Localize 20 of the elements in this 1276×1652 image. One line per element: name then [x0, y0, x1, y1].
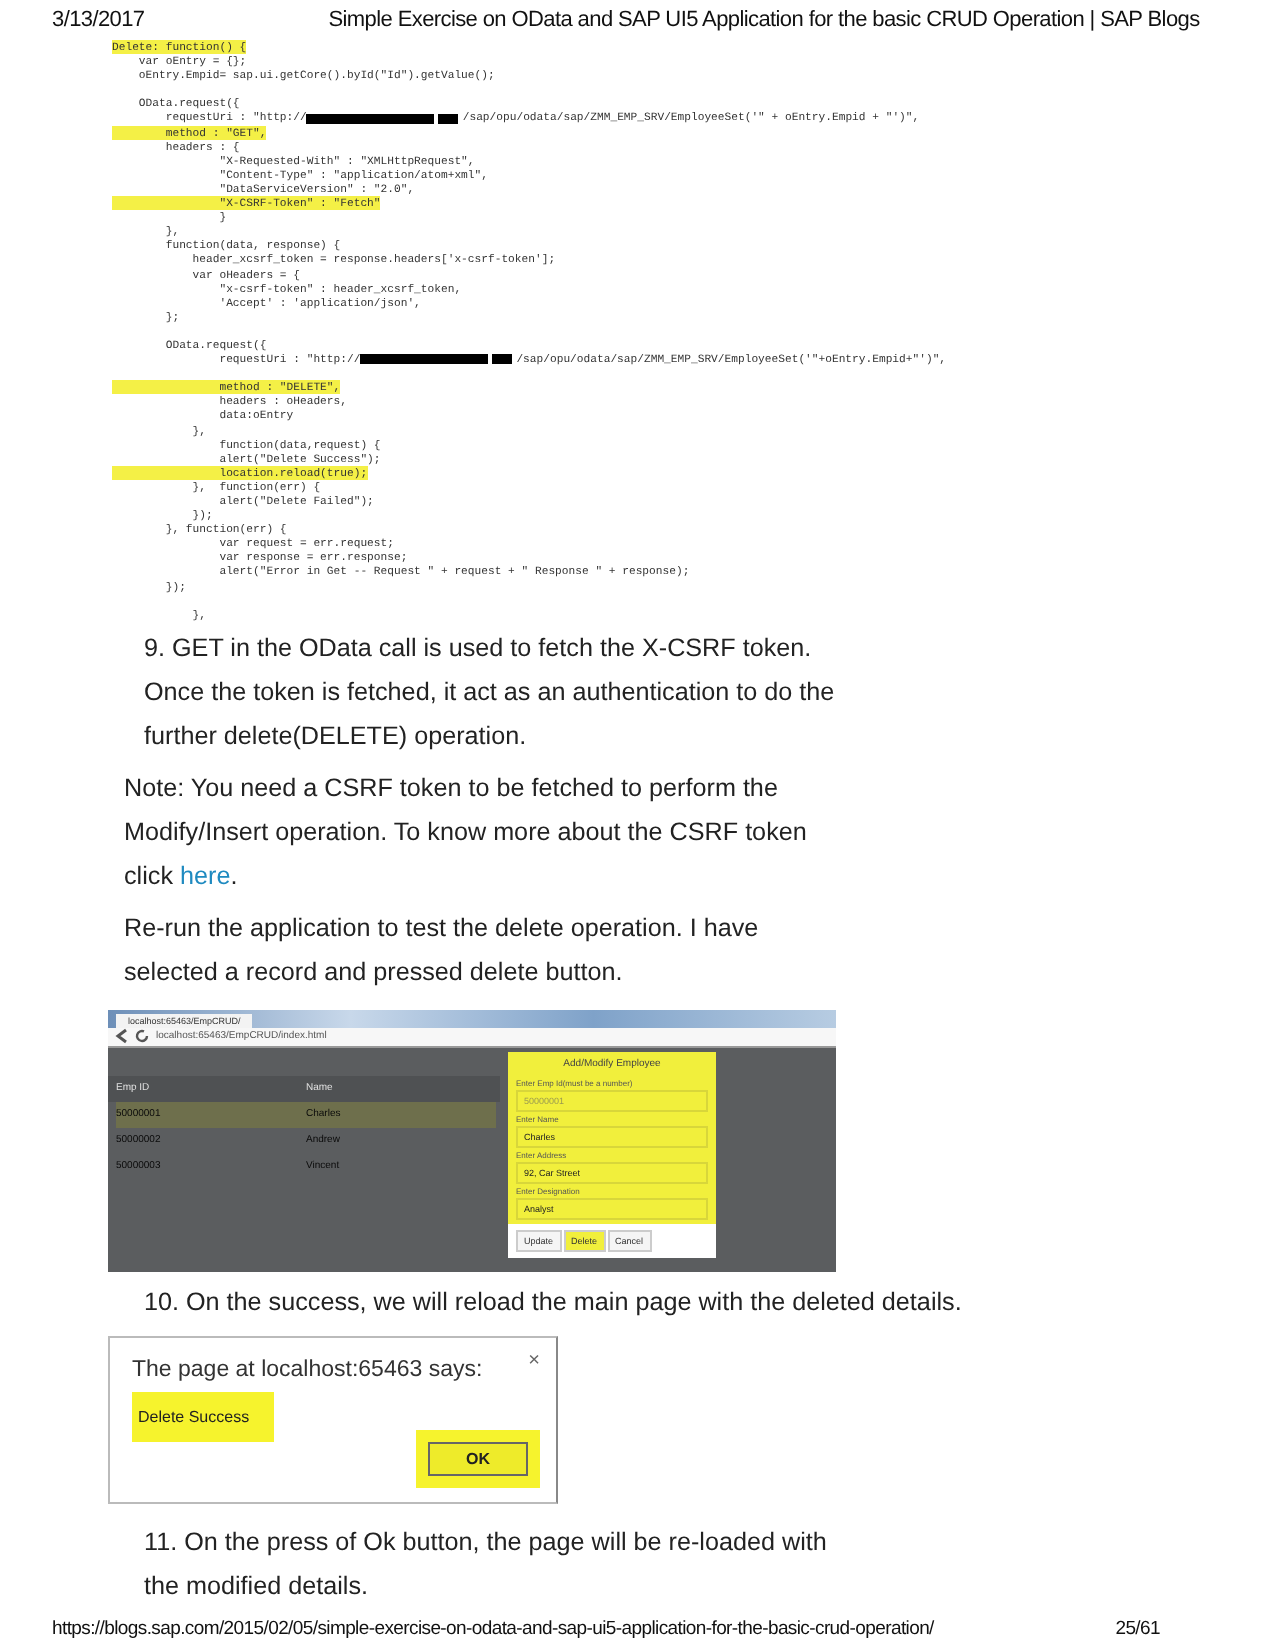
- reload-icon[interactable]: [134, 1028, 150, 1045]
- page-title: Simple Exercise on OData and SAP UI5 Application for the basic CRUD Operation | SAP Blogs: [328, 8, 1200, 32]
- redaction-bar: [360, 354, 489, 365]
- redaction-bar: [438, 113, 459, 124]
- alert-title: The page at localhost:65463 says:: [132, 1357, 483, 1382]
- page-url: https://blogs.sap.com/2015/02/05/simple-exercise-on-odata-and-sap-ui5-application-for-the-basic-crud-operation/: [52, 1618, 934, 1640]
- paragraph: Note: You need a CSRF token to be fetched to perform the Modify/Insert operation. To know more about the CSRF token click here.: [124, 771, 809, 894]
- back-icon[interactable]: [114, 1028, 130, 1045]
- redaction-bar: [306, 113, 435, 124]
- ok-button[interactable]: OK: [428, 1441, 528, 1476]
- paragraph: Re-run the application to test the delete operation. I have selected a record and pressed delete button.: [124, 911, 761, 990]
- link[interactable]: here: [180, 861, 231, 890]
- alert-message: Delete Success: [132, 1391, 274, 1442]
- paragraph: 11. On the press of Ok button, the page will be re-loaded with the modified details.: [142, 1525, 829, 1604]
- paragraph: 10. On the success, we will reload the main page with the deleted details.: [142, 1285, 964, 1320]
- redaction-bar: [492, 354, 513, 365]
- print-date: 3/13/2017: [52, 8, 145, 32]
- paragraph: 9. GET in the OData call is used to fetch the X-CSRF token. Once the token is fetched, it act as an authentication to do the further delete(DELETE) operation.: [142, 631, 837, 754]
- close-button[interactable]: ×: [528, 1349, 540, 1382]
- page-number: 25/61: [1115, 1618, 1160, 1640]
